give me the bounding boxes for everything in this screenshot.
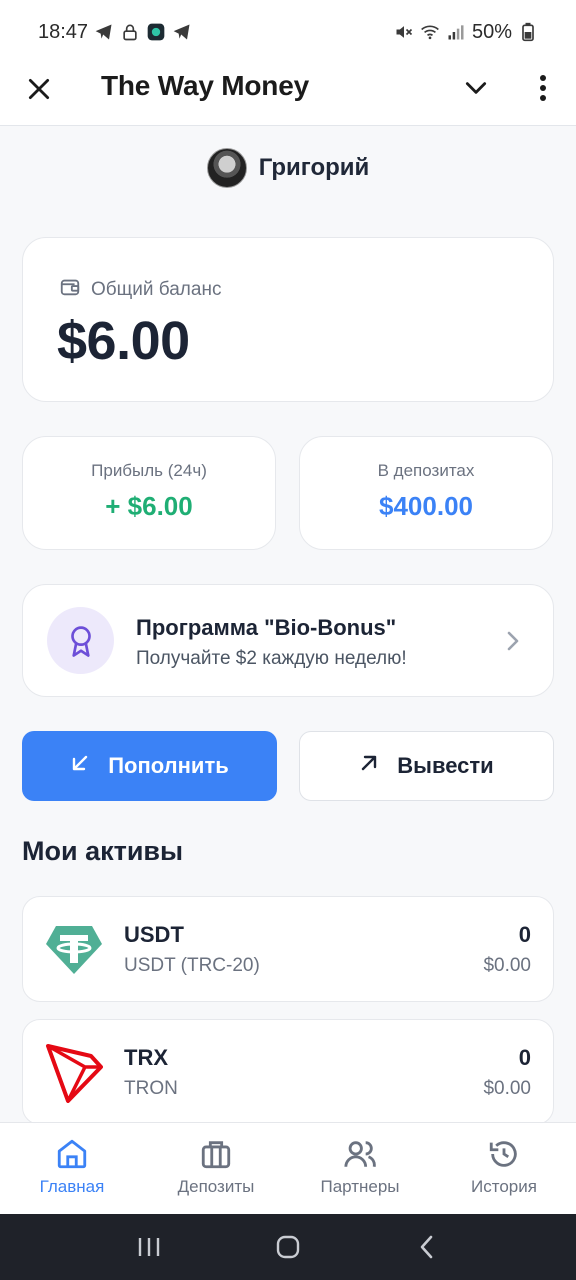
withdraw-button[interactable]: Вывести [299, 731, 554, 801]
balance-amount: $6.00 [57, 311, 190, 371]
deposit-button[interactable]: Пополнить [22, 731, 277, 801]
asset-symbol: USDT [124, 922, 184, 947]
deposits-label: В депозитах [377, 461, 475, 480]
asset-name: TRON [124, 1078, 178, 1099]
avatar [206, 148, 247, 188]
profit-card: Прибыль (24ч) + $6.00 [22, 436, 276, 550]
asset-name: USDT (TRC-20) [124, 955, 260, 976]
promo-title: Программа "Bio-Bonus" [136, 615, 397, 640]
chevron-down-icon[interactable] [460, 72, 492, 104]
bottom-tab-bar: Главная Депозиты Партнеры История [0, 1122, 576, 1214]
telegram-icon [172, 22, 192, 42]
status-time: 18:47 [38, 20, 89, 43]
wallet-icon [59, 276, 81, 304]
asset-usd-value: $0.00 [483, 955, 531, 976]
tab-label: История [471, 1177, 537, 1196]
asset-symbol: TRX [124, 1045, 168, 1070]
balance-label: Общий баланс [91, 279, 222, 300]
wifi-icon [420, 22, 440, 42]
history-icon [489, 1141, 517, 1167]
asset-row-trx[interactable]: TRX TRON 0 $0.00 [22, 1019, 554, 1125]
briefcase-icon [201, 1141, 231, 1169]
mute-icon [394, 22, 414, 42]
user-header: Григорий [0, 146, 576, 190]
close-icon[interactable] [24, 74, 54, 104]
tab-history[interactable]: История [432, 1123, 576, 1214]
telegram-icon [94, 22, 114, 42]
system-nav-bar [0, 1214, 576, 1280]
status-bar: 18:47 50% [0, 0, 576, 64]
arrow-up-right-icon [359, 753, 379, 779]
tab-home[interactable]: Главная [0, 1123, 144, 1214]
award-icon [47, 607, 114, 674]
asset-usd-value: $0.00 [483, 1078, 531, 1099]
bio-bonus-banner[interactable]: Программа "Bio-Bonus" Получайте $2 кажду… [22, 584, 554, 697]
recent-apps-icon[interactable] [129, 1227, 169, 1267]
battery-icon [518, 22, 538, 42]
withdraw-label: Вывести [397, 753, 494, 778]
back-icon[interactable] [407, 1227, 447, 1267]
user-name: Григорий [258, 154, 370, 181]
arrow-down-left-icon [70, 753, 90, 779]
assets-title: Мои активы [22, 836, 184, 866]
tab-partners[interactable]: Партнеры [288, 1123, 432, 1214]
deposits-value: $400.00 [379, 491, 473, 521]
tron-icon [43, 1042, 105, 1104]
app-icon [146, 22, 166, 42]
status-right: 50% [394, 21, 538, 44]
asset-amount: 0 [518, 1045, 531, 1070]
home-icon [57, 1139, 87, 1169]
asset-row-usdt[interactable]: USDT USDT (TRC-20) 0 $0.00 [22, 896, 554, 1002]
home-nav-icon[interactable] [268, 1227, 308, 1267]
app-title: The Way Money [101, 70, 309, 101]
battery-percent: 50% [471, 20, 512, 43]
tab-label: Партнеры [320, 1177, 400, 1196]
status-left: 18:47 [38, 21, 192, 44]
profit-value: + $6.00 [105, 491, 193, 521]
profit-label: Прибыль (24ч) [91, 461, 207, 480]
app-bar: The Way Money [0, 64, 576, 126]
lock-icon [120, 22, 140, 42]
tab-label: Депозиты [177, 1177, 255, 1196]
more-vertical-icon[interactable] [528, 70, 558, 106]
deposits-card: В депозитах $400.00 [299, 436, 553, 550]
balance-label-row: Общий баланс [59, 276, 221, 304]
asset-amount: 0 [518, 922, 531, 947]
deposit-label: Пополнить [108, 753, 229, 778]
users-icon [344, 1141, 376, 1168]
tab-label: Главная [39, 1177, 105, 1196]
balance-card: Общий баланс $6.00 [22, 237, 554, 402]
chevron-right-icon [501, 627, 525, 655]
tether-icon [43, 919, 105, 981]
promo-subtitle: Получайте $2 каждую неделю! [136, 648, 407, 669]
signal-icon [446, 22, 466, 42]
tab-deposits[interactable]: Депозиты [144, 1123, 288, 1214]
